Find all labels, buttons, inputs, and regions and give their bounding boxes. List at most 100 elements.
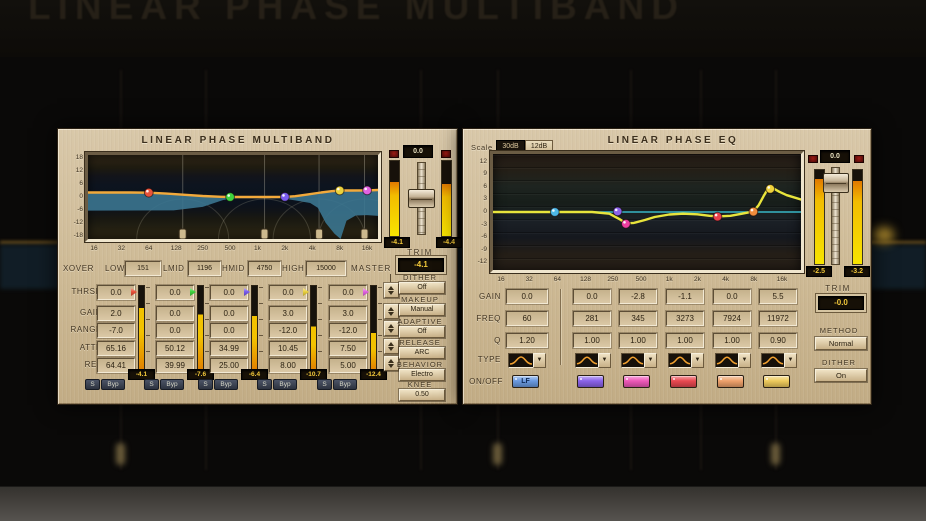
clip-led-right[interactable] bbox=[441, 150, 451, 158]
eq-band5-onoff-button[interactable] bbox=[717, 375, 744, 388]
band3-range[interactable]: 0.0 bbox=[210, 323, 248, 338]
band-dot[interactable] bbox=[613, 207, 622, 216]
crossover-handle[interactable] bbox=[261, 229, 268, 239]
eq-band6-type-dropdown[interactable]: ▼ bbox=[784, 353, 797, 368]
band1-range[interactable]: -7.0 bbox=[97, 323, 135, 338]
eq-band2-type-icon[interactable] bbox=[575, 353, 599, 368]
band1-gain[interactable]: 2.0 bbox=[97, 306, 135, 321]
eq-clip-led-right[interactable] bbox=[854, 155, 864, 163]
eq-band6-gain[interactable]: 5.5 bbox=[759, 289, 797, 304]
eq-band4-type-dropdown[interactable]: ▼ bbox=[691, 353, 704, 368]
release-button[interactable]: ARC bbox=[399, 347, 445, 359]
eq-band2-freq[interactable]: 281 bbox=[573, 311, 611, 326]
band4-gain[interactable]: 3.0 bbox=[269, 306, 307, 321]
band1-meter-bar[interactable] bbox=[138, 285, 145, 371]
band3-solo-button[interactable]: S bbox=[198, 379, 213, 390]
eq-band6-q[interactable]: 0.90 bbox=[759, 333, 797, 348]
eq-band3-freq[interactable]: 345 bbox=[619, 311, 657, 326]
band-dot[interactable] bbox=[749, 207, 758, 216]
eq-peak-readout[interactable]: 0.0 bbox=[820, 150, 850, 163]
clip-led-left[interactable] bbox=[389, 150, 399, 158]
eq-band1-type-icon[interactable] bbox=[508, 353, 534, 368]
eq-band1-onoff-button[interactable]: LF bbox=[512, 375, 539, 388]
eq-band4-onoff-button[interactable] bbox=[670, 375, 697, 388]
eq-curve[interactable] bbox=[493, 188, 801, 224]
eq-band1-freq[interactable]: 60 bbox=[506, 311, 548, 326]
eq-band3-q[interactable]: 1.00 bbox=[619, 333, 657, 348]
band2-bypass-button[interactable]: Byp bbox=[160, 379, 184, 390]
xover-lmid-value[interactable]: 1196 bbox=[188, 261, 221, 276]
band5-thrsh[interactable]: 0.0 bbox=[329, 285, 367, 300]
eq-band5-type-dropdown[interactable]: ▼ bbox=[738, 353, 751, 368]
eq-band3-type-icon[interactable] bbox=[621, 353, 645, 368]
band4-attk[interactable]: 10.45 bbox=[269, 341, 307, 356]
eq-band4-freq[interactable]: 3273 bbox=[666, 311, 704, 326]
band3-attk[interactable]: 34.99 bbox=[210, 341, 248, 356]
band2-range[interactable]: 0.0 bbox=[156, 323, 194, 338]
eq-band6-freq[interactable]: 11972 bbox=[759, 311, 797, 326]
band3-bypass-button[interactable]: Byp bbox=[214, 379, 238, 390]
band-dot[interactable] bbox=[281, 193, 290, 202]
band4-solo-button[interactable]: S bbox=[257, 379, 272, 390]
crossover-handle[interactable] bbox=[179, 229, 186, 239]
dither-button[interactable]: Off bbox=[399, 282, 445, 294]
band3-gain[interactable]: 0.0 bbox=[210, 306, 248, 321]
eq-band3-type-dropdown[interactable]: ▼ bbox=[644, 353, 657, 368]
eq-band6-onoff-button[interactable] bbox=[763, 375, 790, 388]
xover-high-value[interactable]: 15000 bbox=[306, 261, 346, 276]
eq-band1-type-dropdown[interactable]: ▼ bbox=[533, 353, 546, 368]
band4-thrsh[interactable]: 0.0 bbox=[269, 285, 307, 300]
xover-hmid-value[interactable]: 4750 bbox=[248, 261, 281, 276]
eq-master-fader-knob[interactable] bbox=[823, 173, 849, 193]
band-dot[interactable] bbox=[226, 193, 235, 202]
band5-range[interactable]: -12.0 bbox=[329, 323, 367, 338]
eq-band2-q[interactable]: 1.00 bbox=[573, 333, 611, 348]
master-fader-knob[interactable] bbox=[408, 189, 435, 208]
knee-button[interactable]: 0.50 bbox=[399, 389, 445, 401]
eq-band5-freq[interactable]: 7924 bbox=[713, 311, 751, 326]
band2-meter-bar[interactable] bbox=[197, 285, 204, 371]
band2-gain[interactable]: 0.0 bbox=[156, 306, 194, 321]
eq-band4-q[interactable]: 1.00 bbox=[666, 333, 704, 348]
eq-band5-q[interactable]: 1.00 bbox=[713, 333, 751, 348]
band3-meter-bar[interactable] bbox=[251, 285, 258, 371]
band5-solo-button[interactable]: S bbox=[317, 379, 332, 390]
band-dot[interactable] bbox=[335, 186, 344, 195]
band-dot[interactable] bbox=[713, 212, 722, 221]
crossover-handle[interactable] bbox=[316, 229, 323, 239]
eq-dither-button[interactable]: On bbox=[815, 369, 867, 382]
adaptive-button[interactable]: Off bbox=[399, 326, 445, 338]
eq-band2-onoff-button[interactable] bbox=[577, 375, 604, 388]
eq-band3-gain[interactable]: -2.8 bbox=[619, 289, 657, 304]
band5-attk[interactable]: 7.50 bbox=[329, 341, 367, 356]
eq-band2-type-dropdown[interactable]: ▼ bbox=[598, 353, 611, 368]
band5-bypass-button[interactable]: Byp bbox=[333, 379, 357, 390]
multiband-eq-graph[interactable] bbox=[88, 155, 378, 239]
band1-bypass-button[interactable]: Byp bbox=[101, 379, 125, 390]
makeup-button[interactable]: Manual bbox=[399, 304, 445, 316]
xover-low-value[interactable]: 151 bbox=[125, 261, 161, 276]
band4-bypass-button[interactable]: Byp bbox=[273, 379, 297, 390]
band1-thrsh[interactable]: 0.0 bbox=[97, 285, 135, 300]
band1-solo-button[interactable]: S bbox=[85, 379, 100, 390]
method-button[interactable]: Normal bbox=[815, 337, 867, 350]
peak-readout[interactable]: 0.0 bbox=[403, 145, 433, 158]
eq-band6-type-icon[interactable] bbox=[761, 353, 785, 368]
band-dot[interactable] bbox=[144, 188, 153, 197]
eq-curve-graph[interactable] bbox=[493, 154, 801, 270]
band-dot[interactable] bbox=[622, 219, 631, 228]
band-dot[interactable] bbox=[766, 185, 775, 194]
band3-thrsh[interactable]: 0.0 bbox=[210, 285, 248, 300]
eq-band2-gain[interactable]: 0.0 bbox=[573, 289, 611, 304]
trim-value[interactable]: -4.1 bbox=[398, 258, 444, 272]
eq-trim-value[interactable]: -0.0 bbox=[818, 296, 864, 310]
band1-attk[interactable]: 65.16 bbox=[97, 341, 135, 356]
eq-band4-gain[interactable]: -1.1 bbox=[666, 289, 704, 304]
band5-gain[interactable]: 3.0 bbox=[329, 306, 367, 321]
band2-attk[interactable]: 50.12 bbox=[156, 341, 194, 356]
eq-band5-gain[interactable]: 0.0 bbox=[713, 289, 751, 304]
band-dot[interactable] bbox=[550, 208, 559, 217]
band4-range[interactable]: -12.0 bbox=[269, 323, 307, 338]
band4-meter-bar[interactable] bbox=[310, 285, 317, 371]
band5-meter-bar[interactable] bbox=[370, 285, 377, 371]
